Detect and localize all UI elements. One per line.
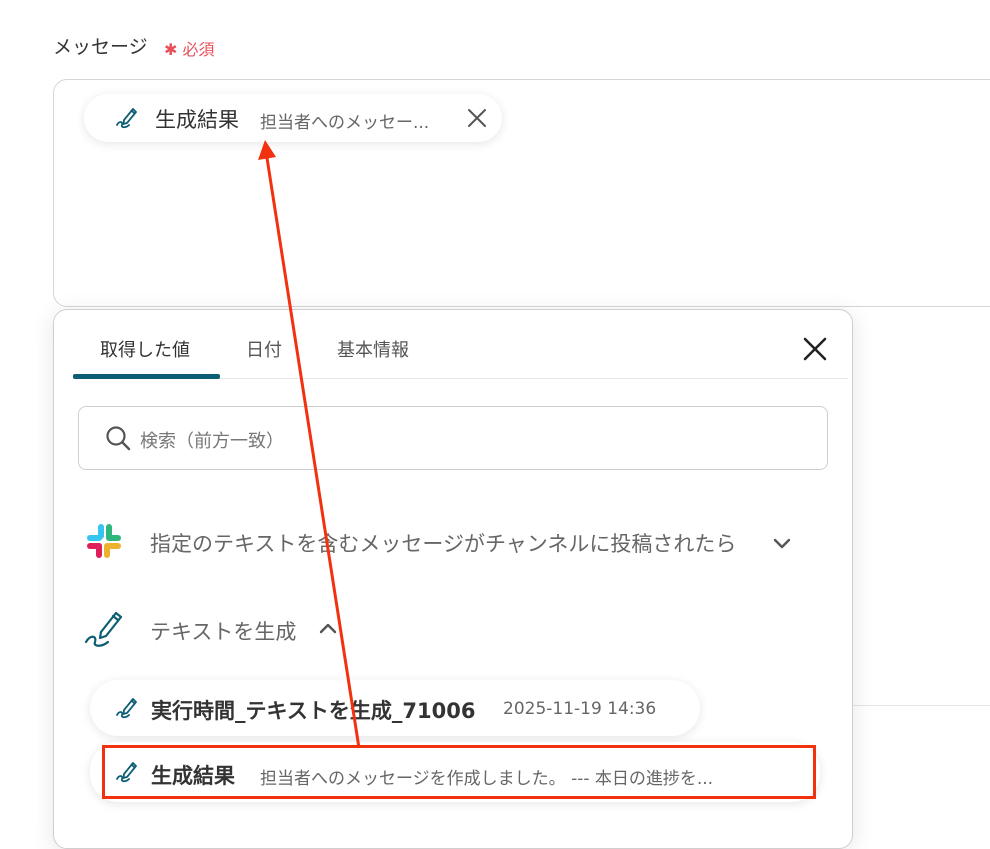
search-placeholder: 検索（前方一致）: [140, 431, 284, 452]
background-divider: [853, 705, 990, 706]
item-timestamp: 2025-11-19 14:36: [503, 699, 657, 719]
group-slack-trigger[interactable]: 指定のテキストを含むメッセージがチャンネルに投稿されたら: [150, 528, 736, 558]
pencil-scribble-icon: [114, 694, 140, 720]
chip-preview: 担当者へのメッセー...: [260, 113, 430, 133]
required-badge: ✱ 必須: [164, 40, 215, 59]
chevron-up-icon[interactable]: [317, 620, 339, 638]
tab-basic-info[interactable]: 基本情報: [337, 336, 409, 362]
group-generate-text[interactable]: テキストを生成: [150, 616, 296, 646]
message-label: メッセージ: [53, 36, 148, 58]
item-title: 実行時間_テキストを生成_71006: [151, 699, 476, 723]
chevron-down-icon[interactable]: [771, 534, 793, 552]
slack-logo-icon: [84, 521, 124, 561]
pencil-scribble-icon: [114, 104, 140, 130]
close-icon[interactable]: [466, 107, 488, 129]
close-icon[interactable]: [801, 335, 829, 363]
active-tab-indicator: [73, 374, 220, 379]
tab-date[interactable]: 日付: [246, 336, 282, 362]
pencil-scribble-icon: [82, 604, 128, 650]
search-icon: [104, 424, 132, 452]
annotation-highlight-box: [102, 745, 816, 799]
chip-title: 生成結果: [155, 108, 239, 132]
tab-acquired-values[interactable]: 取得した値: [100, 336, 190, 362]
